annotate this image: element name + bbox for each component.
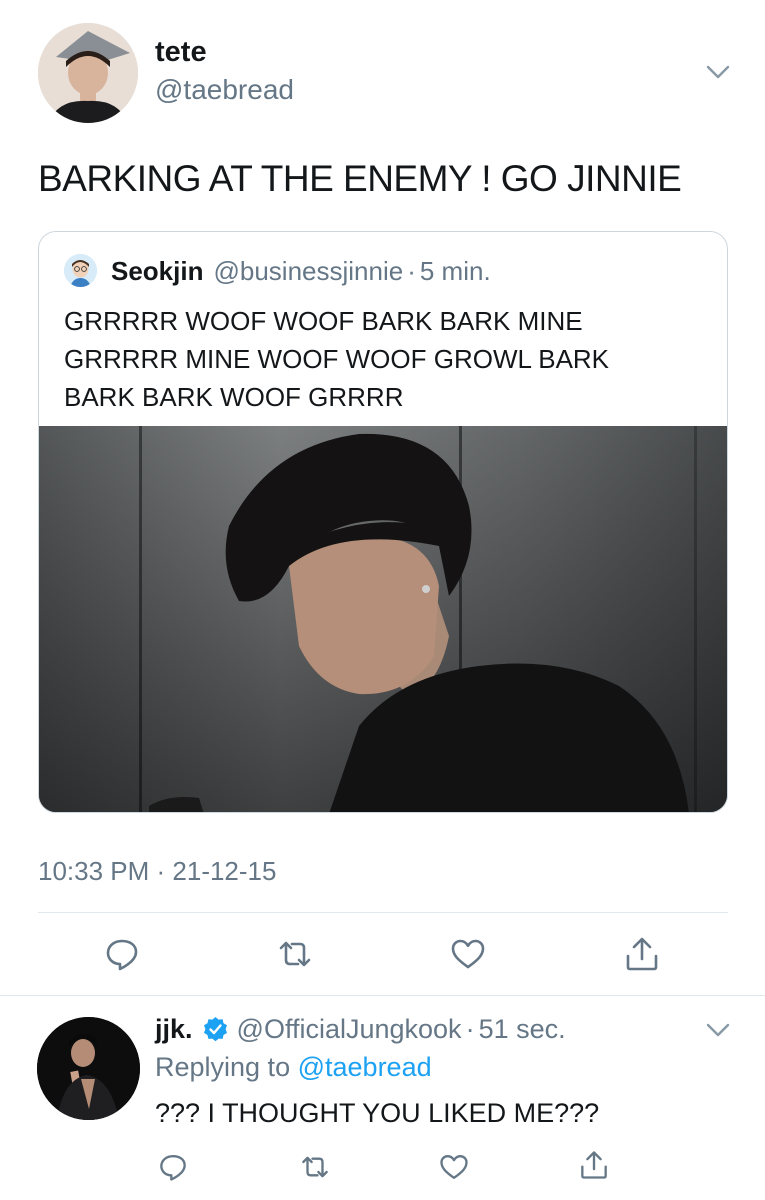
tweet-timestamp[interactable]: 10:33 PM · 21-12-15 xyxy=(38,856,276,887)
reply-author-name[interactable]: jjk. xyxy=(155,1014,193,1045)
chevron-down-icon[interactable] xyxy=(705,64,731,80)
photo-media xyxy=(39,426,727,812)
chevron-down-icon[interactable] xyxy=(705,1022,731,1038)
avatar-photo xyxy=(38,23,138,123)
like-icon[interactable] xyxy=(439,1152,469,1182)
quoted-author-name[interactable]: Seokjin xyxy=(111,256,203,286)
quoted-tweet-text: GRRRRR WOOF WOOF BARK BARK MINE GRRRRR M… xyxy=(64,302,714,416)
retweet-icon[interactable] xyxy=(277,936,313,972)
reply-icon[interactable] xyxy=(158,1152,188,1182)
quoted-tweet-time: 5 min. xyxy=(419,256,491,286)
reply-text: ??? I THOUGHT YOU LIKED ME??? xyxy=(155,1098,600,1128)
avatar-photo xyxy=(37,1017,140,1120)
quoted-tweet-header: Seokjin @businessjinnie · 5 min. xyxy=(111,256,491,287)
separator-dot: · xyxy=(465,1014,475,1044)
reply-author-handle[interactable]: @OfficialJungkook xyxy=(237,1014,462,1045)
author-avatar[interactable] xyxy=(38,23,138,123)
replying-mention-link[interactable]: @taebread xyxy=(298,1052,432,1082)
tweet-detail-page: tete @taebread BARKING AT THE ENEMY ! GO… xyxy=(0,0,765,1200)
divider xyxy=(38,912,728,913)
verified-badge-icon xyxy=(203,1017,227,1042)
reply-author-avatar[interactable] xyxy=(37,1017,140,1120)
reply-icon[interactable] xyxy=(104,936,140,972)
quoted-tweet-card[interactable]: Seokjin @businessjinnie · 5 min. GRRRRR WOO… xyxy=(38,231,728,813)
author-handle[interactable]: @taebread xyxy=(155,74,294,106)
author-name[interactable]: tete xyxy=(155,36,207,69)
tweet-text: BARKING AT THE ENEMY ! GO JINNIE xyxy=(38,158,682,199)
separator-dot: · xyxy=(407,256,416,286)
reply-header: jjk. @OfficialJungkook · 51 sec. xyxy=(155,1014,566,1045)
quoted-text-line: GRRRRR MINE WOOF WOOF GROWL BARK xyxy=(64,344,610,374)
share-icon[interactable] xyxy=(579,1150,609,1180)
reply-time: 51 sec. xyxy=(478,1014,566,1044)
quoted-author-avatar[interactable] xyxy=(64,254,97,287)
like-icon[interactable] xyxy=(450,936,486,972)
retweet-icon[interactable] xyxy=(300,1152,330,1182)
divider xyxy=(0,995,765,996)
quoted-tweet-media[interactable] xyxy=(39,426,727,812)
quoted-text-line: BARK BARK WOOF GRRRR xyxy=(64,382,404,412)
quoted-author-handle[interactable]: @businessjinnie xyxy=(213,256,403,286)
replying-to: Replying to @taebread xyxy=(155,1052,432,1083)
avatar-illustration xyxy=(64,254,97,287)
share-icon[interactable] xyxy=(624,936,660,972)
replying-prefix: Replying to xyxy=(155,1052,291,1082)
quoted-text-line: GRRRRR WOOF WOOF BARK BARK MINE xyxy=(64,306,583,336)
